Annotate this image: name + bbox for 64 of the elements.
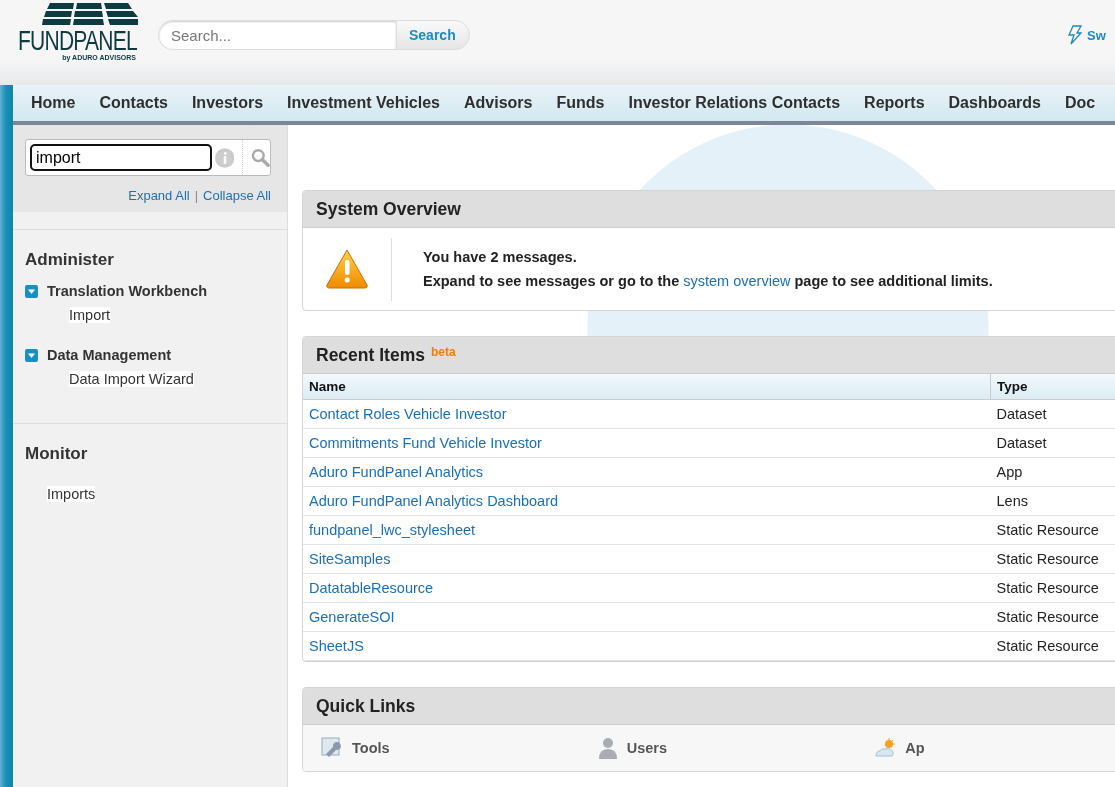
separator: | [194,188,199,203]
expand-all-link[interactable]: Expand All [128,188,190,203]
logo-text: FUNDPANEL [18,28,137,54]
table-cell: Static Resource [990,602,1115,632]
tree-leaf[interactable]: Import [69,307,111,323]
item-link[interactable]: SiteSamples [309,551,391,567]
nav-tab[interactable]: Investor Relations Contacts [616,85,853,121]
logo-icon [42,3,138,25]
table-cell: Lens [990,486,1115,516]
nav-tab[interactable]: Advisors [452,85,545,121]
item-link[interactable]: SheetJS [309,638,364,654]
column-header: Type [990,374,1115,400]
item-link[interactable]: Commitments Fund Vehicle Investor [309,435,542,451]
panel-title: Recent Items [316,344,425,366]
tree-node[interactable]: Translation Workbench [47,283,208,299]
nav-tab[interactable]: Doc [1053,85,1108,121]
beta-label: beta [430,345,456,359]
item-link[interactable]: Contact Roles Vehicle Investor [309,406,507,422]
nav-tab[interactable]: Investors [179,85,276,121]
item-link[interactable]: DatatableResource [309,580,434,596]
item-link[interactable]: Aduro FundPanel Analytics Dashboard [309,493,559,509]
section-heading: Administer [25,250,115,270]
nav-tab[interactable]: Investment Vehicles [275,85,452,121]
search-field[interactable]: Search... [158,20,396,50]
table-cell: App [990,457,1115,487]
panel-title: System Overview [316,198,461,220]
column-heading: Users [626,740,667,756]
table-cell: Dataset [990,428,1115,458]
panel-title: Quick Links [316,695,416,717]
item-link[interactable]: Aduro FundPanel Analytics [309,464,484,480]
nav-tab[interactable]: Home [19,85,88,121]
table-cell: Static Resource [990,631,1115,661]
nav-tab[interactable]: Contacts [87,85,180,121]
item-link[interactable]: fundpanel_lwc_stylesheet [309,522,476,538]
column-header: Name [303,374,991,400]
switch-link[interactable]: Sw [1087,27,1106,43]
table-cell: Static Resource [990,573,1115,603]
lightning-icon [1068,25,1082,45]
collapse-toggle-icon[interactable] [25,348,38,362]
search-icon[interactable] [251,148,270,167]
table-cell: Dataset [990,399,1115,429]
nav-tab[interactable]: Dashboards [936,85,1053,121]
table-cell: Static Resource [990,515,1115,545]
section-heading: Monitor [25,444,89,464]
message-text: Expand to see messages or go to the system overview page to see additional limits. [423,272,993,291]
quick-find-field[interactable]: import [30,144,212,171]
collapse-all-link[interactable]: Collapse All [203,188,271,203]
column-heading: Tools [352,740,390,756]
tree-leaf[interactable]: Imports [47,486,96,502]
message-text: You have 2 messages. [423,248,578,267]
wrench-icon [321,737,343,759]
table-cell: Static Resource [990,544,1115,574]
column-heading: Ap [905,740,925,756]
tree-leaf[interactable]: Data Import Wizard [69,371,194,387]
info-icon [215,147,235,168]
cloud-sun-icon [874,738,897,758]
tree-node[interactable]: Data Management [47,347,172,363]
nav-tab[interactable]: Funds [544,85,617,121]
system-overview-link[interactable]: system overview [683,273,791,289]
item-link[interactable]: GenerateSOI [309,609,395,625]
nav-tab[interactable]: Reports [852,85,937,121]
collapse-toggle-icon[interactable] [25,284,38,298]
user-icon [597,737,618,759]
warning-icon [326,249,368,289]
